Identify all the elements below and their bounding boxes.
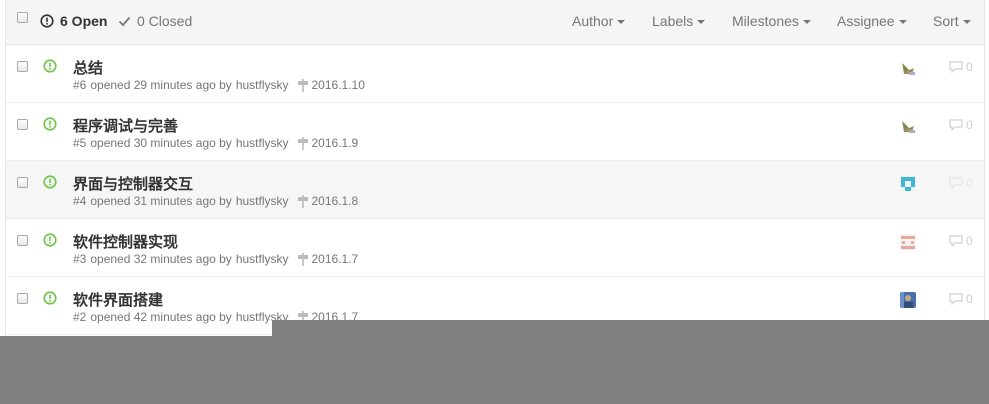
issue-opened-icon [43, 175, 57, 189]
issue-number: #4 [73, 194, 87, 208]
issue-milestone-link[interactable]: 2016.1.7 [297, 252, 359, 266]
author-filter-dropdown[interactable]: Author [572, 13, 626, 29]
issue-meta: #4 opened 31 minutes ago by hustflysky 2… [73, 194, 358, 208]
assignee-filter-dropdown[interactable]: Assignee [837, 13, 907, 29]
issue-opened-text: opened 30 minutes ago by [90, 136, 232, 150]
issue-opened-text: opened 31 minutes ago by [90, 194, 232, 208]
milestone-icon [297, 252, 308, 266]
issue-title-link[interactable]: 界面与控制器交互 [73, 173, 193, 194]
milestone-label: 2016.1.9 [311, 136, 359, 150]
issue-opened-icon [40, 14, 54, 28]
issues-page: 6 Open 0 Closed Author Labels Milestones [0, 0, 989, 404]
issue-row[interactable]: 程序调试与完善 #5 opened 30 minutes ago by hust… [6, 103, 984, 161]
issue-checkbox[interactable] [17, 61, 28, 72]
issue-number: #6 [73, 78, 87, 92]
comment-count: 0 [966, 60, 973, 74]
milestone-icon [297, 194, 308, 208]
issue-milestone-link[interactable]: 2016.1.9 [297, 136, 359, 150]
issue-milestone-link[interactable]: 2016.1.10 [297, 78, 365, 92]
issue-title-link[interactable]: 软件界面搭建 [73, 289, 163, 310]
issue-number: #3 [73, 252, 87, 266]
comment-count: 0 [966, 176, 973, 190]
issue-title-link[interactable]: 软件控制器实现 [73, 231, 178, 252]
avatar-identicon-pink-icon[interactable] [900, 234, 916, 250]
milestone-label: 2016.1.10 [311, 78, 365, 92]
sort-label: Sort [933, 13, 959, 29]
issue-author-link[interactable]: hustflysky [236, 136, 289, 150]
labels-filter-dropdown[interactable]: Labels [652, 13, 706, 29]
issues-list-header: 6 Open 0 Closed Author Labels Milestones [6, 0, 984, 45]
milestone-icon [297, 136, 308, 150]
issue-row[interactable]: 总结 #6 opened 29 minutes ago by hustflysk… [6, 45, 984, 103]
issue-row[interactable]: 界面与控制器交互 #4 opened 31 minutes ago by hus… [6, 161, 984, 219]
issue-title-link[interactable]: 程序调试与完善 [73, 115, 178, 136]
comment-count: 0 [966, 234, 973, 248]
issue-opened-icon [43, 117, 57, 131]
issue-opened-icon [43, 291, 57, 305]
comments-link[interactable]: 0 [949, 234, 973, 248]
avatar-bird-icon[interactable] [900, 118, 916, 134]
issue-checkbox[interactable] [17, 235, 28, 246]
comments-link[interactable]: 0 [949, 292, 973, 306]
issue-checkbox[interactable] [17, 177, 28, 188]
issue-meta: #6 opened 29 minutes ago by hustflysky 2… [73, 78, 365, 92]
avatar-identicon-teal-icon[interactable] [900, 176, 916, 192]
assignee-filter-label: Assignee [837, 13, 895, 29]
avatar-bird-icon[interactable] [900, 60, 916, 76]
comment-icon [949, 235, 963, 247]
issue-opened-text: opened 32 minutes ago by [90, 252, 232, 266]
issues-list: 6 Open 0 Closed Author Labels Milestones [5, 0, 985, 340]
issue-opened-text: opened 29 minutes ago by [90, 78, 232, 92]
comment-icon [949, 119, 963, 131]
comments-link[interactable]: 0 [949, 60, 973, 74]
open-issues-tab[interactable]: 6 Open [40, 13, 107, 29]
issue-author-link[interactable]: hustflysky [236, 194, 289, 208]
comment-icon [949, 177, 963, 189]
milestone-label: 2016.1.7 [311, 252, 359, 266]
chevron-down-icon [802, 19, 811, 24]
comment-count: 0 [966, 118, 973, 132]
issue-meta: #3 opened 32 minutes ago by hustflysky 2… [73, 252, 358, 266]
gray-overlay-bottom [0, 336, 989, 404]
author-filter-label: Author [572, 13, 614, 29]
chevron-down-icon [617, 19, 626, 24]
closed-count-label: 0 Closed [137, 13, 193, 29]
issue-title-link[interactable]: 总结 [73, 57, 103, 78]
chevron-down-icon [898, 19, 907, 24]
labels-filter-label: Labels [652, 13, 694, 29]
issue-opened-icon [43, 59, 57, 73]
issue-milestone-link[interactable]: 2016.1.8 [297, 194, 359, 208]
issue-opened-icon [43, 233, 57, 247]
milestone-label: 2016.1.8 [311, 194, 359, 208]
avatar-photo-icon[interactable] [900, 292, 916, 308]
select-all-checkbox[interactable] [17, 12, 28, 23]
issue-number: #2 [73, 310, 87, 324]
comments-link[interactable]: 0 [949, 118, 973, 132]
issue-opened-text: opened 42 minutes ago by [90, 310, 232, 324]
chevron-down-icon [962, 19, 971, 24]
check-icon [118, 16, 131, 27]
issue-meta: #5 opened 30 minutes ago by hustflysky 2… [73, 136, 358, 150]
issue-checkbox[interactable] [17, 293, 28, 304]
milestones-filter-label: Milestones [732, 13, 799, 29]
chevron-down-icon [697, 19, 706, 24]
comment-count: 0 [966, 292, 973, 306]
comment-icon [949, 61, 963, 73]
comment-icon [949, 293, 963, 305]
open-count-label: 6 Open [60, 13, 108, 29]
closed-issues-tab[interactable]: 0 Closed [118, 13, 192, 29]
issue-checkbox[interactable] [17, 119, 28, 130]
issue-author-link[interactable]: hustflysky [236, 78, 289, 92]
sort-dropdown[interactable]: Sort [933, 13, 971, 29]
milestones-filter-dropdown[interactable]: Milestones [732, 13, 811, 29]
issue-author-link[interactable]: hustflysky [236, 252, 289, 266]
issue-row[interactable]: 软件控制器实现 #3 opened 32 minutes ago by hust… [6, 219, 984, 277]
issue-number: #5 [73, 136, 87, 150]
milestone-icon [297, 78, 308, 92]
comments-link[interactable]: 0 [949, 176, 973, 190]
